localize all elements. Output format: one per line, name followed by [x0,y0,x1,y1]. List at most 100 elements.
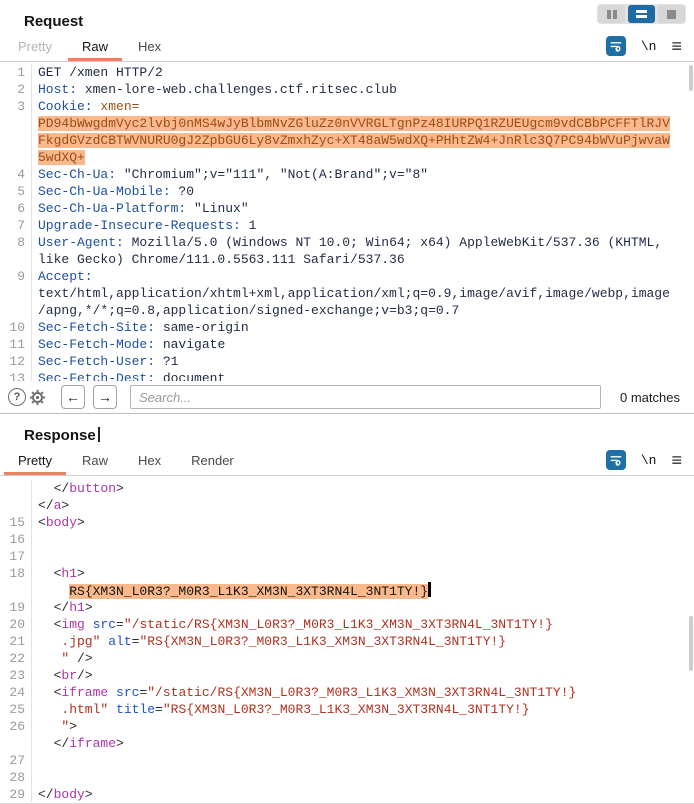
layout-columns-button[interactable] [598,5,625,23]
code-line[interactable]: /apng,*/*;q=0.8,application/signed-excha… [0,302,694,319]
request-scrollbar-thumb[interactable] [689,65,693,91]
line-number [0,251,32,268]
line-number [0,302,32,319]
line-number: 3 [0,98,32,115]
line-number: 18 [0,565,32,582]
code-text: <img src="/static/RS{XM3N_L0R3?_M0R3_L1K… [32,616,553,633]
prev-match-button[interactable]: ← [61,385,85,409]
show-newlines-toggle[interactable]: \n [641,453,657,468]
layout-rows-button[interactable] [628,5,655,23]
code-line[interactable]: 4Sec-Ch-Ua: "Chromium";v="111", "Not(A:B… [0,166,694,183]
code-line[interactable]: </a> [0,497,694,514]
next-match-button[interactable]: → [93,385,117,409]
code-line[interactable]: 21 .jpg" alt="RS{XM3N_L0R3?_M0R3_L1K3_XM… [0,633,694,650]
code-text: Sec-Fetch-Dest: document [32,370,225,381]
code-line[interactable]: 27 [0,752,694,769]
code-line[interactable]: 23 <br/> [0,667,694,684]
code-line[interactable]: 1GET /xmen HTTP/2 [0,64,694,81]
code-line[interactable]: </iframe> [0,735,694,752]
code-text: Accept: [32,268,93,285]
single-panel-icon [667,10,676,19]
word-wrap-glyph [608,38,624,54]
code-line[interactable]: 12Sec-Fetch-User: ?1 [0,353,694,370]
request-editor[interactable]: 1GET /xmen HTTP/22Host: xmen-lore-web.ch… [0,62,694,381]
word-wrap-icon[interactable] [606,450,626,470]
code-line[interactable]: 2Host: xmen-lore-web.challenges.ctf.rits… [0,81,694,98]
line-number: 29 [0,786,32,802]
tab-raw[interactable]: Raw [67,447,123,475]
search-input[interactable] [130,385,601,409]
response-tabs: PrettyRawHexRender \n ≡ [0,447,694,476]
response-title-text: Response [24,427,96,444]
help-icon[interactable]: ? [8,388,26,406]
tab-render[interactable]: Render [176,447,249,475]
code-line[interactable]: 11Sec-Fetch-Mode: navigate [0,336,694,353]
right-arrow-icon: → [98,389,112,405]
tab-pretty[interactable]: Pretty [3,33,67,61]
tab-hex[interactable]: Hex [123,33,176,61]
line-number: 26 [0,718,32,735]
code-text: like Gecko) Chrome/111.0.5563.111 Safari… [32,251,405,268]
tab-raw[interactable]: Raw [67,33,123,61]
match-count: 0 matches [620,390,680,405]
code-line[interactable]: 16 [0,531,694,548]
code-line[interactable]: 9Accept: [0,268,694,285]
request-editor-tools: \n ≡ [606,33,682,61]
search-tools: ? [8,388,46,406]
tab-pretty[interactable]: Pretty [3,447,67,475]
code-line[interactable]: 19 </h1> [0,599,694,616]
code-line[interactable]: 25 .html" title="RS{XM3N_L0R3?_M0R3_L1K3… [0,701,694,718]
code-line[interactable]: 18 <h1> [0,565,694,582]
code-line[interactable]: 13Sec-Fetch-Dest: document [0,370,694,381]
line-number [0,132,32,149]
layout-single-button[interactable] [658,5,685,23]
code-text: </a> [32,497,69,514]
line-number: 27 [0,752,32,769]
code-line[interactable]: 5wdXQ+ [0,149,694,166]
line-number: 25 [0,701,32,718]
code-text: </h1> [32,599,93,616]
code-line[interactable]: 22 " /> [0,650,694,667]
code-line[interactable]: like Gecko) Chrome/111.0.5563.111 Safari… [0,251,694,268]
code-line[interactable]: 20 <img src="/static/RS{XM3N_L0R3?_M0R3_… [0,616,694,633]
code-line[interactable]: 10Sec-Fetch-Site: same-origin [0,319,694,336]
code-text: <iframe src="/static/RS{XM3N_L0R3?_M0R3_… [32,684,576,701]
line-number: 9 [0,268,32,285]
word-wrap-icon[interactable] [606,36,626,56]
code-text: Sec-Fetch-User: ?1 [32,353,178,370]
left-arrow-icon: ← [66,389,80,405]
code-line[interactable]: 15<body> [0,514,694,531]
code-line[interactable]: PD94bWwgdmVyc2lvbj0nMS4wJyBlbmNvZGluZz0n… [0,115,694,132]
code-line[interactable]: 17 [0,548,694,565]
code-line[interactable]: 28 [0,769,694,786]
line-number [0,497,32,514]
response-scrollbar-thumb[interactable] [689,616,693,671]
code-line[interactable]: 5Sec-Ch-Ua-Mobile: ?0 [0,183,694,200]
response-editor-tools: \n ≡ [606,447,682,475]
code-line[interactable]: text/html,application/xhtml+xml,applicat… [0,285,694,302]
code-line[interactable]: 3Cookie: xmen= [0,98,694,115]
code-line[interactable]: 24 <iframe src="/static/RS{XM3N_L0R3?_M0… [0,684,694,701]
code-line[interactable]: </button> [0,480,694,497]
code-line[interactable]: 7Upgrade-Insecure-Requests: 1 [0,217,694,234]
code-line[interactable]: 26 "> [0,718,694,735]
response-tabs-list: PrettyRawHexRender [3,447,249,475]
code-line[interactable]: 6Sec-Ch-Ua-Platform: "Linux" [0,200,694,217]
code-line[interactable]: RS{XM3N_L0R3?_M0R3_L1K3_XM3N_3XT3RN4L_3N… [0,582,694,599]
code-line[interactable]: 8User-Agent: Mozilla/5.0 (Windows NT 10.… [0,234,694,251]
line-number: 20 [0,616,32,633]
code-line[interactable]: 29</body> [0,786,694,802]
editor-menu-icon[interactable]: ≡ [671,451,682,469]
code-text: </button> [32,480,124,497]
show-newlines-toggle[interactable]: \n [641,39,657,54]
code-line[interactable]: FkgdGVzdCBTWVNURU0gJ2ZpbGU6Ly8vZmxhZyc+X… [0,132,694,149]
response-editor[interactable]: </button></a>15<body>161718 <h1> RS{XM3N… [0,476,694,802]
settings-gear-icon[interactable] [29,389,46,406]
request-tabs-list: PrettyRawHex [3,33,176,61]
code-text: /apng,*/*;q=0.8,application/signed-excha… [32,302,459,319]
line-number [0,285,32,302]
code-text: User-Agent: Mozilla/5.0 (Windows NT 10.0… [32,234,662,251]
line-number: 19 [0,599,32,616]
editor-menu-icon[interactable]: ≡ [671,37,682,55]
tab-hex[interactable]: Hex [123,447,176,475]
